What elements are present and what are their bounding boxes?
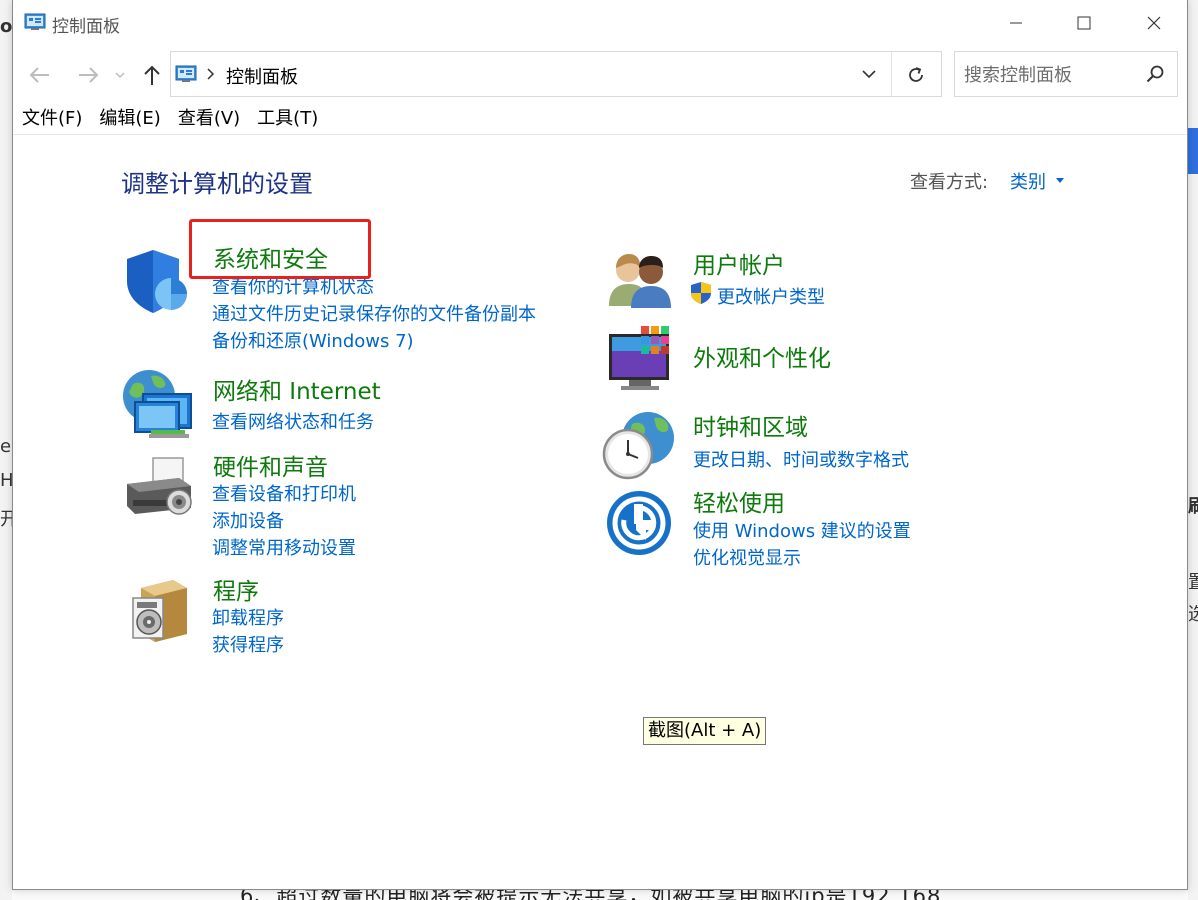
address-divider [891, 52, 892, 96]
link-view-computer-status[interactable]: 查看你的计算机状态 [212, 273, 374, 299]
category-clock-region[interactable]: 时钟和区域 [693, 408, 808, 442]
background-blue-chip [1188, 128, 1198, 174]
minimize-icon [1010, 22, 1022, 24]
background-fragment-top: o.c [0, 16, 12, 37]
link-change-date-time-format[interactable]: 更改日期、时间或数字格式 [693, 446, 909, 472]
menu-divider [13, 134, 1187, 135]
programs-icon[interactable] [131, 578, 191, 644]
arrow-left-icon [29, 67, 49, 83]
user-accounts-icon[interactable] [607, 250, 673, 308]
link-windows-recommended-settings[interactable]: 使用 Windows 建议的设置 [693, 517, 911, 543]
screenshot-tooltip: 截图(Alt + A) [643, 717, 767, 745]
search-box[interactable] [954, 51, 1178, 97]
link-mobility-settings[interactable]: 调整常用移动设置 [212, 534, 356, 560]
view-by-dropdown[interactable]: 类别 [1010, 168, 1046, 194]
control-panel-window: 控制面板 控制面板 搜索控制面板 文件(F) 编辑(E) 查看(V) 工具(T)… [12, 0, 1188, 890]
close-icon [1147, 16, 1161, 30]
forward-button[interactable] [73, 60, 103, 90]
category-hardware-sound[interactable]: 硬件和声音 [213, 448, 328, 482]
network-globe-icon[interactable] [121, 368, 197, 440]
appearance-icon[interactable] [607, 326, 675, 394]
link-change-account-type[interactable]: 更改帐户类型 [717, 283, 825, 309]
category-system-security[interactable]: 系统和安全 [213, 240, 328, 274]
link-get-programs[interactable]: 获得程序 [212, 631, 284, 657]
window-title: 控制面板 [52, 17, 120, 37]
category-user-accounts[interactable]: 用户帐户 [693, 246, 785, 280]
chevron-down-icon [115, 72, 125, 79]
search-icon[interactable] [1145, 64, 1165, 84]
breadcrumb-control-panel[interactable]: 控制面板 [226, 63, 298, 89]
menu-file[interactable]: 文件(F) [13, 104, 90, 134]
arrow-right-icon [79, 67, 99, 83]
maximize-icon [1077, 16, 1091, 30]
clock-globe-icon[interactable] [602, 410, 676, 480]
menu-tools[interactable]: 工具(T) [248, 104, 326, 134]
title-bar[interactable]: 控制面板 [13, 0, 1187, 46]
menu-edit[interactable]: 编辑(E) [90, 104, 168, 134]
recent-locations-button[interactable] [113, 60, 127, 90]
link-backup-restore[interactable]: 备份和还原(Windows 7) [212, 327, 414, 353]
control-panel-icon [24, 13, 46, 30]
caret-down-icon[interactable] [1056, 178, 1064, 183]
view-by-label: 查看方式: [910, 172, 989, 193]
chevron-right-icon[interactable] [205, 65, 217, 83]
refresh-icon [909, 67, 923, 82]
address-bar[interactable]: 控制面板 [170, 51, 942, 97]
up-button[interactable] [137, 60, 167, 90]
background-fragment-left-1: e [0, 436, 12, 457]
link-uninstall-program[interactable]: 卸载程序 [212, 604, 284, 630]
close-button[interactable] [1119, 0, 1189, 46]
background-fragment-left-3: 开 [0, 509, 12, 530]
printer-icon[interactable] [121, 456, 197, 524]
background-fragment-right-3: 选 [1188, 604, 1198, 625]
shield-icon[interactable] [123, 247, 191, 315]
page-title: 调整计算机的设置 [121, 170, 313, 198]
category-programs[interactable]: 程序 [213, 572, 259, 606]
link-optimize-visual-display[interactable]: 优化视觉显示 [693, 544, 801, 570]
maximize-button[interactable] [1049, 0, 1119, 46]
back-button[interactable] [25, 60, 55, 90]
menu-bar: 文件(F) 编辑(E) 查看(V) 工具(T) [13, 104, 1187, 134]
background-fragment-right-2: 置 [1188, 572, 1198, 593]
background-fragment-right-1: 刷 [1188, 496, 1198, 517]
arrow-up-icon [144, 65, 160, 85]
category-network-internet[interactable]: 网络和 Internet [213, 372, 381, 406]
category-appearance[interactable]: 外观和个性化 [693, 339, 831, 373]
category-ease-of-access[interactable]: 轻松使用 [693, 484, 785, 518]
link-network-status[interactable]: 查看网络状态和任务 [212, 408, 374, 434]
menu-view[interactable]: 查看(V) [169, 104, 248, 134]
link-file-history-backup[interactable]: 通过文件历史记录保存你的文件备份副本 [212, 300, 536, 326]
refresh-button[interactable] [901, 62, 931, 88]
link-devices-printers[interactable]: 查看设备和打印机 [212, 480, 356, 506]
background-fragment-left-2: H [0, 470, 12, 491]
uac-shield-icon [691, 282, 711, 304]
address-history-chevron-icon[interactable] [861, 66, 877, 82]
link-add-device[interactable]: 添加设备 [212, 507, 284, 533]
search-input[interactable] [964, 61, 1134, 89]
control-panel-icon [175, 65, 197, 82]
minimize-button[interactable] [981, 0, 1051, 46]
ease-of-access-icon[interactable] [606, 490, 672, 556]
